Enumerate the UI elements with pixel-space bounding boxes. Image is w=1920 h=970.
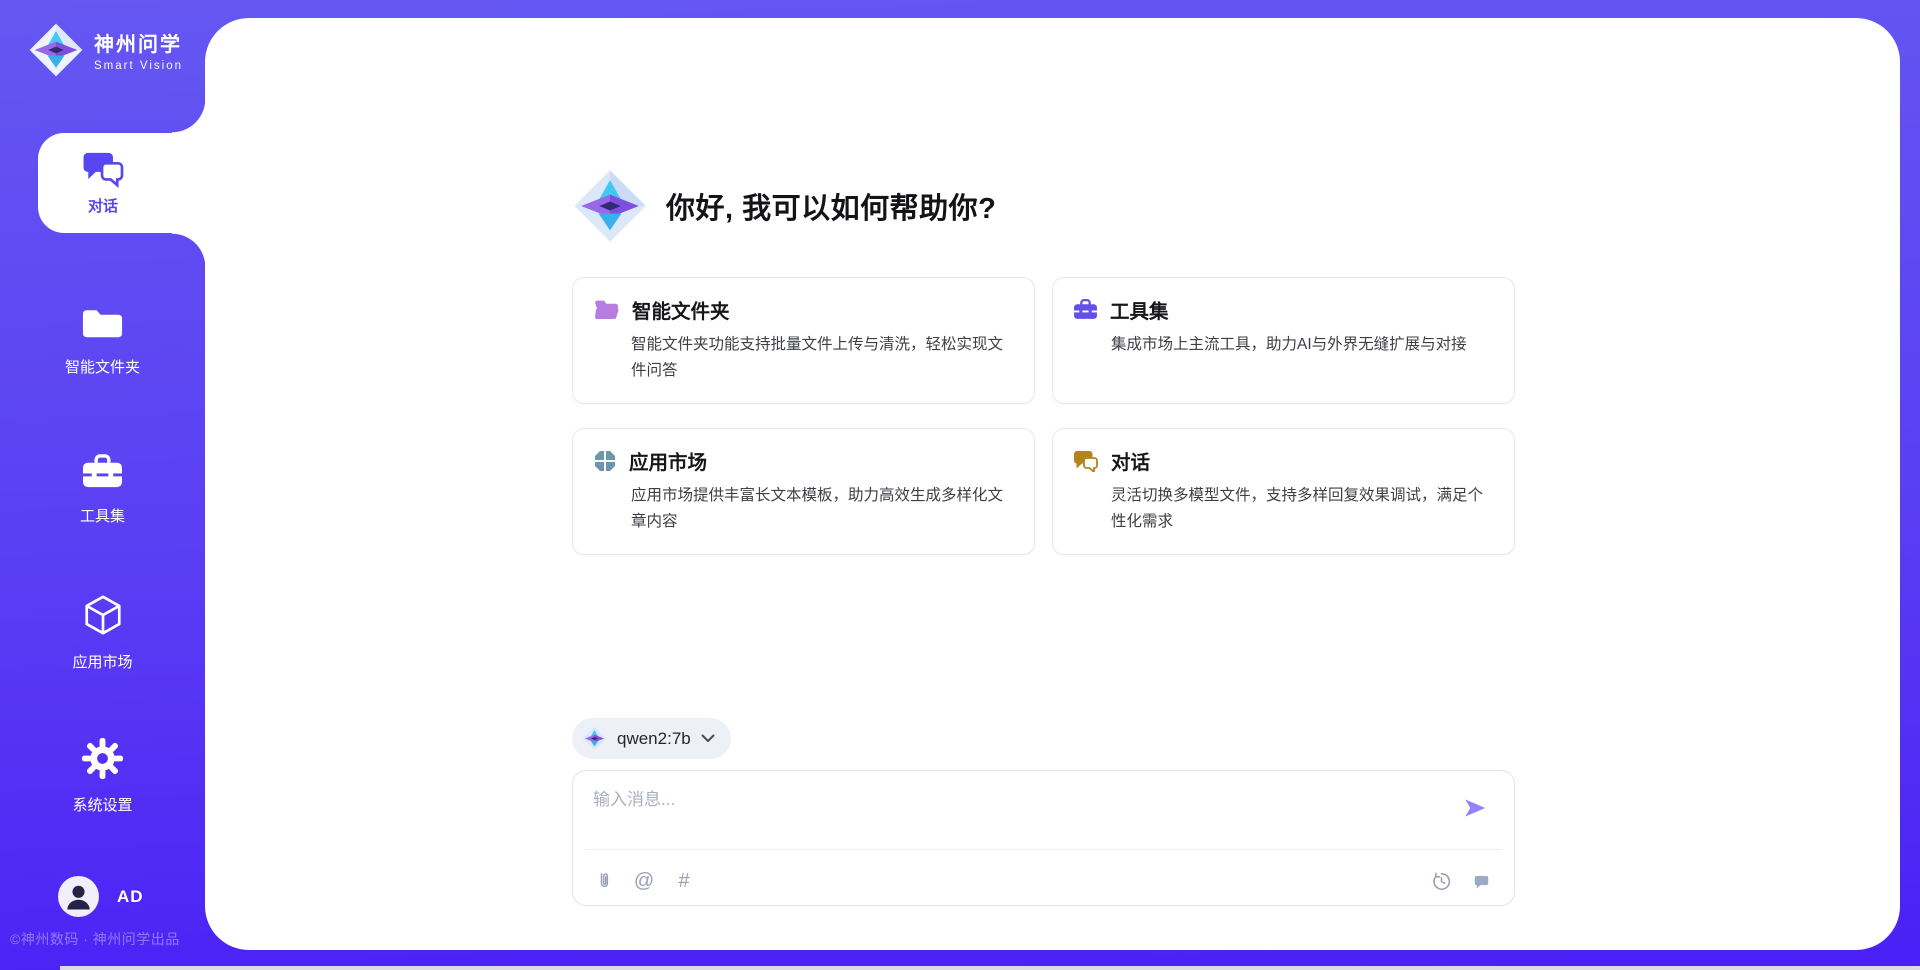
chat-icon xyxy=(81,150,125,188)
person-icon xyxy=(58,876,99,917)
card-title: 工具集 xyxy=(1110,295,1169,324)
brand-logo: 神州问学 Smart Vision xyxy=(28,22,183,78)
copyright-text: ©神州数码 · 神州问学出品 xyxy=(10,929,205,949)
card-app-market[interactable]: 应用市场 应用市场提供丰富长文本模板，助力高效生成多样化文章内容 xyxy=(572,428,1035,555)
toolbox-icon xyxy=(80,452,125,491)
gear-icon xyxy=(81,737,124,780)
sidebar-item-label: 应用市场 xyxy=(0,651,205,672)
tab-curve-top xyxy=(172,99,206,133)
mention-icon[interactable]: @ xyxy=(633,870,655,892)
card-smart-folder[interactable]: 智能文件夹 智能文件夹功能支持批量文件上传与清洗，轻松实现文件问答 xyxy=(572,277,1035,404)
sidebar: 神州问学 Smart Vision 对话 智能文件夹 xyxy=(0,0,205,970)
history-icon[interactable] xyxy=(1430,870,1452,892)
card-chat[interactable]: 对话 灵活切换多模型文件，支持多样回复效果调试，满足个性化需求 xyxy=(1052,428,1515,555)
attach-icon[interactable] xyxy=(593,870,615,892)
brand-subtitle: Smart Vision xyxy=(94,60,183,72)
chat-bubbles-icon xyxy=(1073,449,1099,472)
send-icon[interactable] xyxy=(1462,795,1488,821)
card-description: 集成市场上主流工具，助力AI与外界无缝扩展与对接 xyxy=(1111,332,1492,358)
sidebar-item-smart-folder[interactable]: 智能文件夹 xyxy=(0,306,205,377)
grid-icon xyxy=(593,449,617,473)
brand-name: 神州问学 xyxy=(94,28,183,57)
greeting-title: 你好, 我可以如何帮助你? xyxy=(666,185,996,227)
card-description: 智能文件夹功能支持批量文件上传与清洗，轻松实现文件问答 xyxy=(631,332,1012,384)
greeting-block: 你好, 我可以如何帮助你? xyxy=(572,168,996,244)
main-panel: 你好, 我可以如何帮助你? 智能文件夹 智能文件夹功能支持批量文件上传与清洗，轻… xyxy=(205,18,1900,950)
sidebar-item-app-market[interactable]: 应用市场 xyxy=(0,593,205,672)
hash-icon[interactable]: # xyxy=(673,870,695,892)
sidebar-item-chat[interactable]: 对话 xyxy=(38,133,206,233)
tab-curve-bottom xyxy=(172,233,206,267)
message-input[interactable] xyxy=(593,785,1373,843)
feature-cards: 智能文件夹 智能文件夹功能支持批量文件上传与清洗，轻松实现文件问答 工具集 集成… xyxy=(572,277,1515,555)
folder-icon xyxy=(80,306,125,342)
card-description: 灵活切换多模型文件，支持多样回复效果调试，满足个性化需求 xyxy=(1111,483,1492,535)
message-composer: @ # xyxy=(572,770,1515,906)
composer-divider xyxy=(585,849,1502,850)
avatar xyxy=(58,876,99,917)
sidebar-item-label: 对话 xyxy=(88,195,118,216)
card-title: 智能文件夹 xyxy=(632,295,730,324)
model-name: qwen2:7b xyxy=(617,729,691,749)
card-title: 对话 xyxy=(1111,446,1150,475)
user-initials: AD xyxy=(117,887,144,907)
card-description: 应用市场提供丰富长文本模板，助力高效生成多样化文章内容 xyxy=(631,483,1012,535)
folder-open-icon xyxy=(593,298,620,321)
model-selector[interactable]: qwen2:7b xyxy=(572,718,731,759)
model-gem-icon xyxy=(582,726,607,751)
toolbox-icon xyxy=(1073,298,1098,321)
sidebar-item-label: 工具集 xyxy=(0,505,205,526)
card-toolset[interactable]: 工具集 集成市场上主流工具，助力AI与外界无缝扩展与对接 xyxy=(1052,277,1515,404)
chevron-down-icon xyxy=(701,734,715,743)
window-bottom-edge xyxy=(60,966,1920,970)
bubble-icon[interactable] xyxy=(1470,870,1492,892)
card-title: 应用市场 xyxy=(629,446,707,475)
sidebar-item-settings[interactable]: 系统设置 xyxy=(0,737,205,815)
sidebar-item-label: 系统设置 xyxy=(0,794,205,815)
user-profile[interactable]: AD xyxy=(58,876,144,917)
sidebar-item-toolset[interactable]: 工具集 xyxy=(0,452,205,526)
sidebar-item-label: 智能文件夹 xyxy=(0,356,205,377)
assistant-gem-icon xyxy=(572,168,648,244)
cube-icon xyxy=(81,593,125,637)
brand-gem-icon xyxy=(28,22,84,78)
